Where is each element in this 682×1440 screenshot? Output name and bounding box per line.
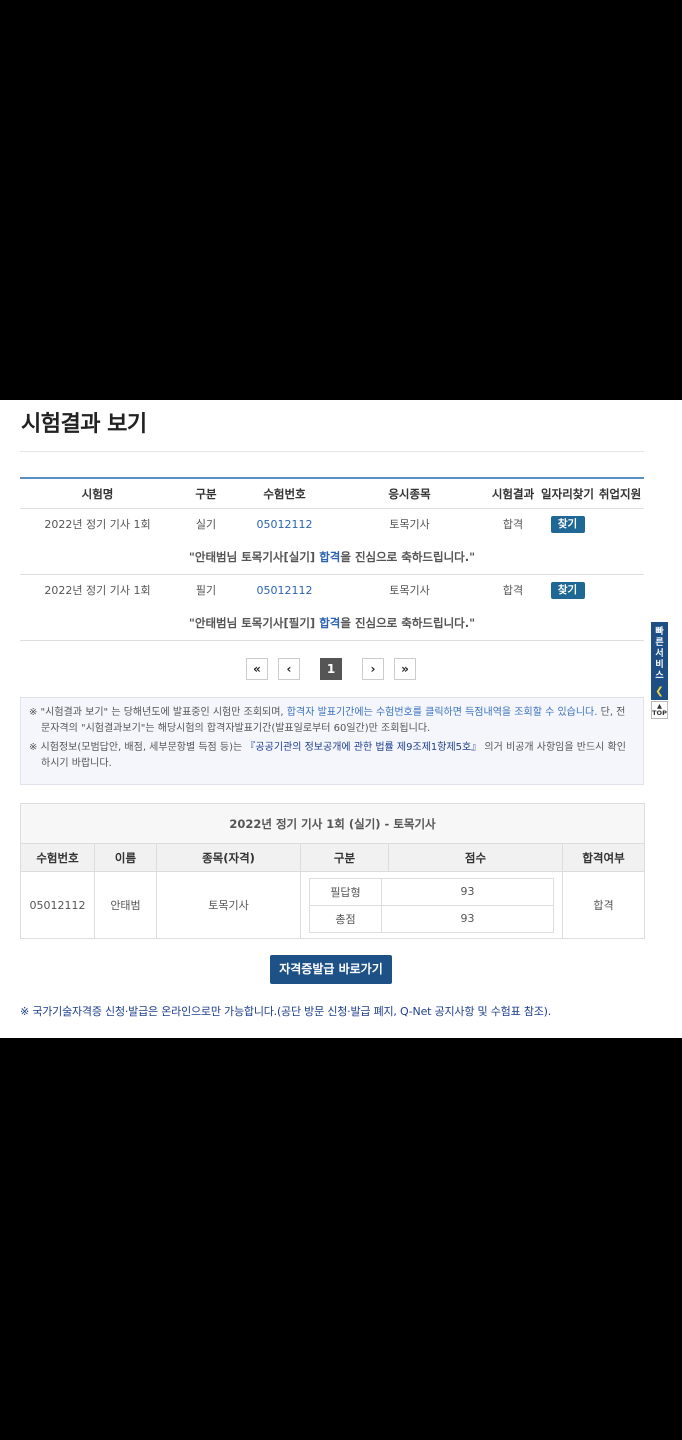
notice-box: ※ "시험결과 보기" 는 당해년도에 발표중인 시험만 조회되며, 합격자 발… [20,697,644,785]
prev-page-button[interactable]: ‹ [278,658,300,680]
notice-1: ※ "시험결과 보기" 는 당해년도에 발표중인 시험만 조회되며, 합격자 발… [29,707,626,734]
col-job-support: 취업지원 [596,477,644,509]
exam-type: 실기 [195,518,217,531]
exam-type: 필기 [195,584,217,597]
last-page-button[interactable]: » [394,658,416,680]
detail-field: 토목기사 [156,871,301,939]
congrats-message: "안태범님 토목기사[필기] 합격을 진심으로 축하드립니다." [20,605,644,641]
detail-header-row: 수험번호 이름 종목(자격) 구분 점수 합격여부 [20,843,645,872]
score-kind: 필답형 [309,877,382,906]
exam-name: 2022년 정기 기사 1회 [44,518,151,531]
col-score: 점수 [388,843,563,872]
exam-result: 합격 [502,584,524,597]
chevron-left-icon: ❮ [655,686,664,697]
col-type: 구분 [175,477,237,509]
next-page-button[interactable]: › [362,658,384,680]
col-kind: 구분 [300,843,389,872]
first-page-button[interactable]: « [246,658,268,680]
score-kind: 총점 [309,904,382,933]
col-job-search: 일자리찾기 [539,477,596,509]
title-divider [20,451,644,452]
exam-name: 2022년 정기 기사 1회 [44,584,151,597]
detail-title: 2022년 정기 기사 1회 (실기) - 토목기사 [20,803,645,844]
exam-field: 토목기사 [389,518,430,531]
score-breakdown: 필답형 93 총점 93 [300,871,563,939]
detail-number: 05012112 [20,871,95,939]
footnote: ※ 국가기술자격증 신청·발급은 온라인으로만 가능합니다.(공단 방문 신청·… [20,1005,552,1018]
exam-field: 토목기사 [389,584,430,597]
detail-name: 안태범 [94,871,157,939]
col-name: 이름 [94,843,157,872]
exam-result: 합격 [502,518,524,531]
job-support-cell [596,509,644,540]
results-header-row: 시험명 구분 수험번호 응시종목 시험결과 일자리찾기 취업지원 [20,477,644,509]
col-field: 종목(자격) [156,843,301,872]
col-pass: 합격여부 [562,843,645,872]
score-detail-table: 2022년 정기 기사 1회 (실기) - 토목기사 수험번호 이름 종목(자격… [20,803,645,939]
find-job-button[interactable]: 찾기 [550,581,585,599]
score-value: 93 [381,877,554,906]
result-page: 시험결과 보기 시험명 구분 수험번호 응시종목 시험결과 일자리찾기 취업지원… [0,400,682,1038]
page-1-button[interactable]: 1 [320,658,342,680]
exam-number-link[interactable]: 05012112 [257,518,313,531]
exam-number-link[interactable]: 05012112 [257,584,313,597]
col-result: 시험결과 [487,477,539,509]
col-exam-number: 수험번호 [237,477,332,509]
score-value: 93 [381,904,554,933]
results-table: 시험명 구분 수험번호 응시종목 시험결과 일자리찾기 취업지원 2022년 정… [20,477,644,641]
col-field: 응시종목 [332,477,487,509]
notice-2: ※ 시험정보(모범답안, 배점, 세부문항별 득점 등)는 『공공기관의 정보공… [29,742,626,769]
job-support-cell [596,575,644,606]
detail-pass: 합격 [562,871,645,939]
quick-service-tab[interactable]: 빠른서비스 ❮ [651,622,668,700]
detail-row: 05012112 안태범 토목기사 필답형 93 총점 93 합격 [20,871,645,939]
col-exam-name: 시험명 [20,477,175,509]
find-job-button[interactable]: 찾기 [550,515,585,533]
congrats-message: "안태범님 토목기사[실기] 합격을 진심으로 축하드립니다." [20,539,644,575]
congrats-row: "안태범님 토목기사[필기] 합격을 진심으로 축하드립니다." [20,605,644,641]
congrats-row: "안태범님 토목기사[실기] 합격을 진심으로 축하드립니다." [20,539,644,575]
col-number: 수험번호 [20,843,95,872]
table-row: 2022년 정기 기사 1회 필기 05012112 토목기사 합격 찾기 [20,575,644,606]
scroll-top-button[interactable]: ▲ TOP [651,701,668,719]
cert-issue-button[interactable]: 자격증발급 바로가기 [270,955,392,984]
page-title: 시험결과 보기 [21,412,147,437]
table-row: 2022년 정기 기사 1회 실기 05012112 토목기사 합격 찾기 [20,509,644,540]
